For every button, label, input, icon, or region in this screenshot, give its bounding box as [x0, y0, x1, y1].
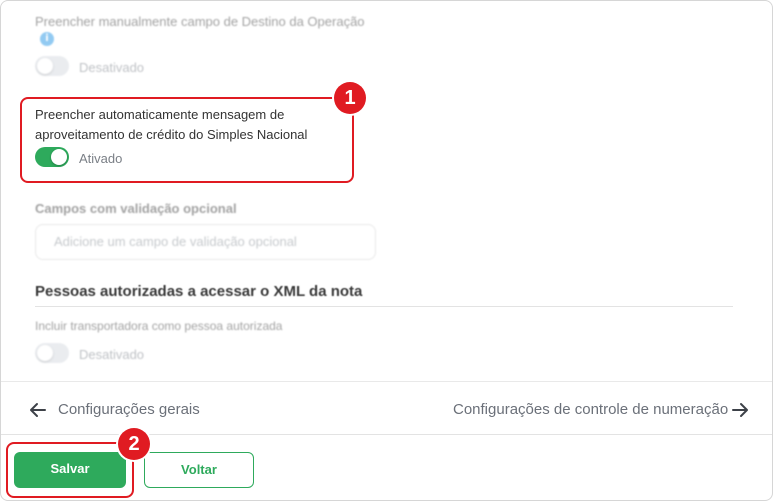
- nav-prev-label: Configurações gerais: [58, 401, 200, 418]
- toggle-knob: [37, 58, 53, 74]
- nav-top-divider: [1, 381, 772, 382]
- arrow-left-icon: [30, 403, 46, 417]
- info-icon[interactable]: i: [40, 32, 54, 46]
- simples-label-line2: aproveitamento de crédito do Simples Nac…: [35, 127, 308, 142]
- destino-label: Preencher manualmente campo de Destino d…: [35, 14, 365, 29]
- campos-input[interactable]: Adicione um campo de validação opcional: [35, 224, 376, 260]
- back-button[interactable]: Voltar: [144, 452, 254, 488]
- pessoas-toggle[interactable]: [35, 343, 69, 363]
- destino-state: Desativado: [79, 60, 145, 75]
- step-badge-1: 1: [334, 82, 366, 114]
- destino-toggle[interactable]: [35, 56, 69, 76]
- pessoas-state: Desativado: [79, 347, 145, 362]
- simples-state: Ativado: [79, 151, 123, 166]
- simples-label: Preencher automaticamente mensagem de ap…: [35, 105, 307, 145]
- nav-next-label: Configurações de controle de numeração: [453, 401, 729, 418]
- simples-toggle[interactable]: [35, 147, 69, 167]
- step-badge-2: 2: [118, 428, 150, 460]
- nav-next[interactable]: Configurações de controle de numeração: [453, 400, 753, 422]
- simples-label-line1: Preencher automaticamente mensagem de: [35, 107, 285, 122]
- pessoas-heading: Pessoas autorizadas a acessar o XML da n…: [35, 283, 363, 300]
- toggle-knob: [37, 345, 53, 361]
- save-button[interactable]: Salvar: [14, 452, 126, 488]
- arrow-right-icon: [732, 403, 748, 417]
- pessoas-label: Incluir transportadora como pessoa autor…: [35, 319, 283, 333]
- nav-prev[interactable]: Configurações gerais: [29, 400, 200, 422]
- toggle-knob: [51, 149, 67, 165]
- divider: [35, 306, 733, 307]
- campos-title: Campos com validação opcional: [35, 201, 237, 216]
- settings-panel: Preencher manualmente campo de Destino d…: [0, 0, 773, 501]
- action-top-divider: [1, 434, 772, 435]
